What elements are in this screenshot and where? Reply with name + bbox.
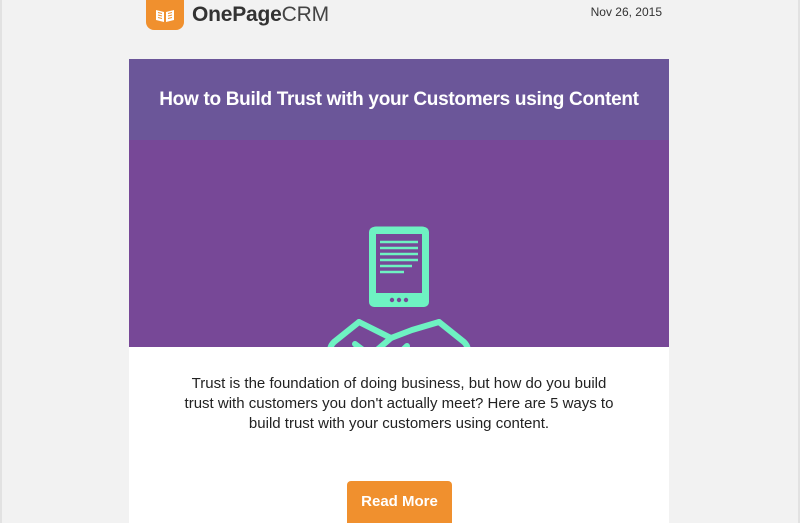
brand-name-light: CRM <box>281 3 329 26</box>
tablet-dots <box>389 297 409 303</box>
brand-logo[interactable]: OnePageCRM <box>146 0 329 30</box>
handshake-icon <box>327 319 471 347</box>
hero-image[interactable] <box>129 140 669 347</box>
content-card: How to Build Trust with your Customers u… <box>129 59 669 523</box>
article-summary: Trust is the foundation of doing busines… <box>184 375 614 432</box>
frame-left-edge <box>0 0 2 523</box>
brand-name: OnePageCRM <box>192 3 329 27</box>
article-title[interactable]: How to Build Trust with your Customers u… <box>159 89 639 111</box>
title-bar: How to Build Trust with your Customers u… <box>129 59 669 140</box>
email-page: OnePageCRM Nov 26, 2015 How to Build Tru… <box>0 0 800 523</box>
read-more-button[interactable]: Read More <box>347 481 452 523</box>
email-date: Nov 26, 2015 <box>590 5 662 19</box>
hero-illustration <box>327 226 471 347</box>
brand-name-bold: OnePage <box>192 3 282 26</box>
book-icon <box>146 0 184 30</box>
